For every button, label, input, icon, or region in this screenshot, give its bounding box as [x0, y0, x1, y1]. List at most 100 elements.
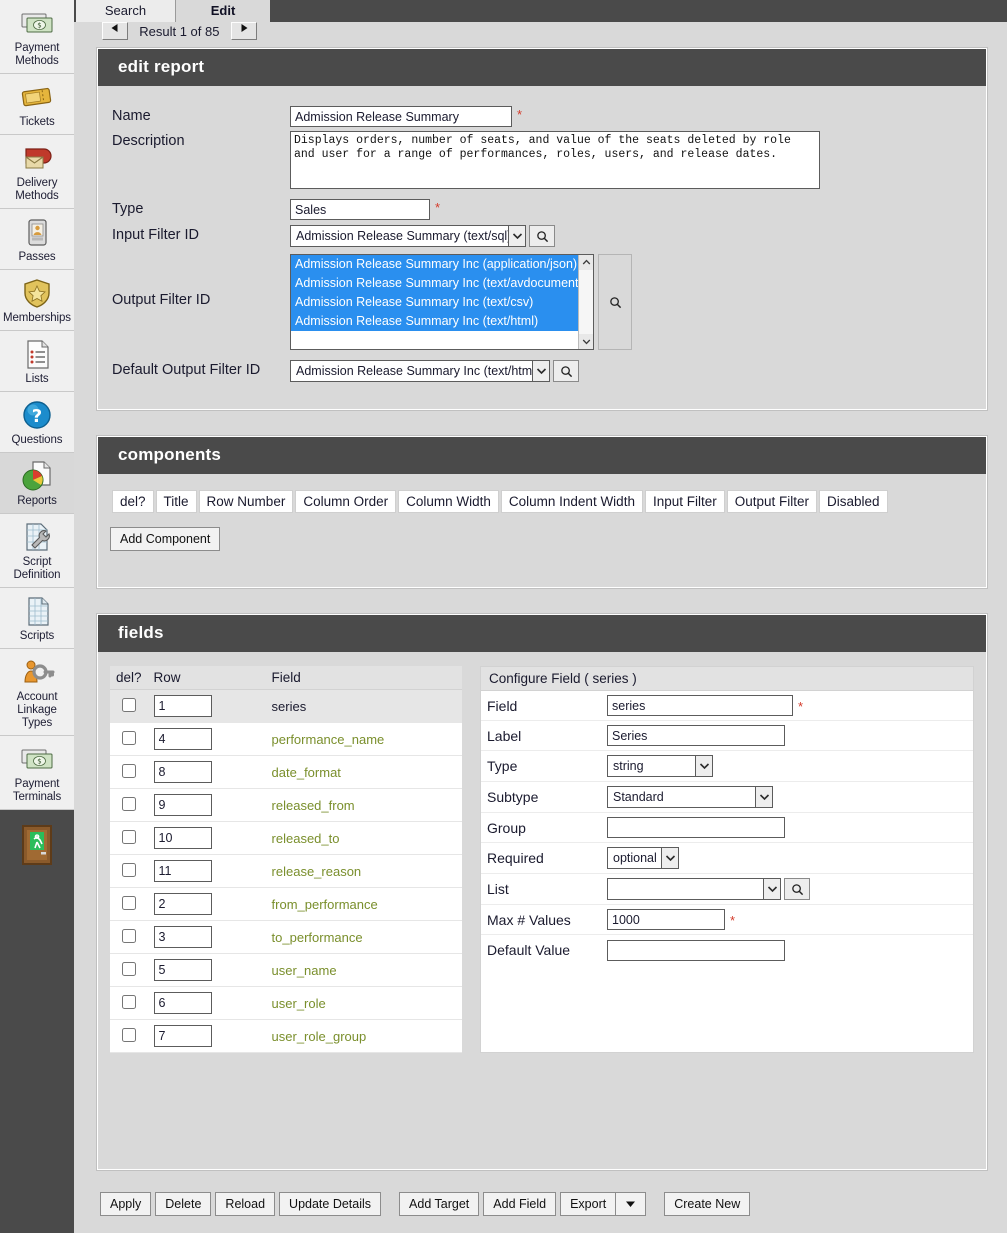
- scroll-track[interactable]: [579, 270, 593, 334]
- row-number-input[interactable]: [153, 695, 212, 717]
- export-dropdown-button[interactable]: [616, 1192, 647, 1216]
- configure-list-combobox[interactable]: [607, 878, 781, 900]
- row-number-input[interactable]: [153, 893, 212, 915]
- add-component-button[interactable]: Add Component: [110, 527, 221, 551]
- sidebar-exit[interactable]: [0, 824, 74, 869]
- add-field-button[interactable]: Add Field: [483, 1192, 557, 1216]
- fields-table-row[interactable]: released_from: [110, 788, 462, 822]
- sidebar-item-questions[interactable]: ? Questions: [0, 392, 74, 453]
- delete-row-checkbox[interactable]: [121, 895, 136, 910]
- fields-table-row[interactable]: to_performance: [110, 920, 462, 954]
- configure-label-input[interactable]: [607, 725, 785, 746]
- add-target-button[interactable]: Add Target: [399, 1192, 480, 1216]
- field-name-cell[interactable]: series: [265, 689, 462, 723]
- sidebar-item-payment-methods[interactable]: $ Payment Methods: [0, 0, 74, 74]
- export-button[interactable]: Export: [560, 1192, 617, 1216]
- reload-button[interactable]: Reload: [215, 1192, 276, 1216]
- fields-table-row[interactable]: from_performance: [110, 887, 462, 921]
- input-filter-combobox[interactable]: Admission Release Summary (text/sql): [290, 225, 526, 247]
- field-name-cell[interactable]: release_reason: [265, 854, 462, 888]
- sidebar-item-payment-terminals[interactable]: $ Payment Terminals: [0, 736, 74, 810]
- delete-row-checkbox[interactable]: [121, 862, 136, 877]
- tab-search[interactable]: Search: [76, 0, 176, 22]
- scroll-up-arrow[interactable]: [579, 255, 593, 270]
- sidebar-item-passes[interactable]: Passes: [0, 209, 74, 270]
- exit-door-icon[interactable]: [19, 824, 55, 866]
- previous-result-button[interactable]: [101, 22, 128, 40]
- output-filter-scrollbar[interactable]: [578, 255, 593, 349]
- row-number-input[interactable]: [153, 827, 212, 849]
- scroll-down-arrow[interactable]: [579, 334, 593, 349]
- configure-subtype-dropdown-arrow[interactable]: [755, 786, 773, 808]
- input-filter-dropdown-arrow[interactable]: [508, 225, 526, 247]
- next-result-button[interactable]: [231, 22, 258, 40]
- configure-required-value[interactable]: optional: [607, 847, 661, 869]
- field-name-cell[interactable]: released_from: [265, 788, 462, 822]
- delete-row-checkbox[interactable]: [121, 928, 136, 943]
- default-output-filter-dropdown-arrow[interactable]: [532, 360, 550, 382]
- sidebar-item-lists[interactable]: Lists: [0, 331, 74, 392]
- default-output-filter-combobox[interactable]: Admission Release Summary Inc (text/html…: [290, 360, 550, 382]
- fields-table-row[interactable]: release_reason: [110, 854, 462, 888]
- configure-type-combobox[interactable]: string: [607, 755, 713, 777]
- field-name-cell[interactable]: from_performance: [265, 887, 462, 921]
- output-filter-option[interactable]: Admission Release Summary Inc (text/avdo…: [291, 274, 593, 293]
- delete-row-checkbox[interactable]: [121, 961, 136, 976]
- input-filter-value[interactable]: Admission Release Summary (text/sql): [290, 225, 508, 247]
- row-number-input[interactable]: [153, 992, 212, 1014]
- default-output-filter-search-button[interactable]: [553, 360, 579, 382]
- field-name-cell[interactable]: user_name: [265, 953, 462, 987]
- sidebar-item-memberships[interactable]: Memberships: [0, 270, 74, 331]
- configure-group-input[interactable]: [607, 817, 785, 838]
- sidebar-item-reports[interactable]: Reports: [0, 453, 74, 514]
- fields-table-row[interactable]: date_format: [110, 755, 462, 789]
- row-number-input[interactable]: [153, 860, 212, 882]
- configure-list-value[interactable]: [607, 878, 763, 900]
- fields-table-row[interactable]: series: [110, 689, 462, 723]
- sidebar-item-script-definition[interactable]: Script Definition: [0, 514, 74, 588]
- field-name-cell[interactable]: user_role_group: [265, 1019, 462, 1053]
- delete-row-checkbox[interactable]: [121, 730, 136, 745]
- sidebar-item-scripts[interactable]: Scripts: [0, 588, 74, 649]
- sidebar-item-tickets[interactable]: Tickets: [0, 74, 74, 135]
- output-filter-listbox[interactable]: Admission Release Summary Inc (applicati…: [290, 254, 594, 350]
- delete-row-checkbox[interactable]: [121, 763, 136, 778]
- row-number-input[interactable]: [153, 1025, 212, 1047]
- fields-table-row[interactable]: user_role: [110, 986, 462, 1020]
- delete-row-checkbox[interactable]: [121, 994, 136, 1009]
- row-number-input[interactable]: [153, 761, 212, 783]
- field-name-cell[interactable]: date_format: [265, 755, 462, 789]
- sidebar-item-delivery-methods[interactable]: Delivery Methods: [0, 135, 74, 209]
- sidebar-item-account-linkage-types[interactable]: Account Linkage Types: [0, 649, 74, 736]
- name-input[interactable]: [290, 106, 512, 127]
- configure-list-dropdown-arrow[interactable]: [763, 878, 781, 900]
- output-filter-option[interactable]: Admission Release Summary Inc (text/html…: [291, 312, 593, 331]
- field-name-cell[interactable]: performance_name: [265, 722, 462, 756]
- tab-edit[interactable]: Edit: [176, 0, 270, 22]
- type-input[interactable]: [290, 199, 430, 220]
- update-details-button[interactable]: Update Details: [279, 1192, 382, 1216]
- output-filter-option[interactable]: Admission Release Summary Inc (applicati…: [291, 255, 593, 274]
- description-textarea[interactable]: [290, 131, 820, 189]
- input-filter-search-button[interactable]: [529, 225, 555, 247]
- field-name-cell[interactable]: user_role: [265, 986, 462, 1020]
- row-number-input[interactable]: [153, 959, 212, 981]
- fields-table-row[interactable]: released_to: [110, 821, 462, 855]
- field-name-cell[interactable]: released_to: [265, 821, 462, 855]
- output-filter-search-button[interactable]: [598, 254, 632, 350]
- configure-list-search-button[interactable]: [784, 878, 810, 900]
- apply-button[interactable]: Apply: [100, 1192, 152, 1216]
- output-filter-option[interactable]: Admission Release Summary Inc (text/csv): [291, 293, 593, 312]
- configure-max-values-input[interactable]: [607, 909, 725, 930]
- configure-default-value-input[interactable]: [607, 939, 785, 961]
- row-number-input[interactable]: [153, 794, 212, 816]
- fields-table-row[interactable]: user_role_group: [110, 1019, 462, 1053]
- default-output-filter-value[interactable]: Admission Release Summary Inc (text/html…: [290, 360, 532, 382]
- configure-type-value[interactable]: string: [607, 755, 695, 777]
- configure-subtype-combobox[interactable]: Standard: [607, 786, 773, 808]
- delete-row-checkbox[interactable]: [121, 697, 136, 712]
- delete-row-checkbox[interactable]: [121, 796, 136, 811]
- delete-row-checkbox[interactable]: [121, 1027, 136, 1042]
- delete-row-checkbox[interactable]: [121, 829, 136, 844]
- fields-table-row[interactable]: user_name: [110, 953, 462, 987]
